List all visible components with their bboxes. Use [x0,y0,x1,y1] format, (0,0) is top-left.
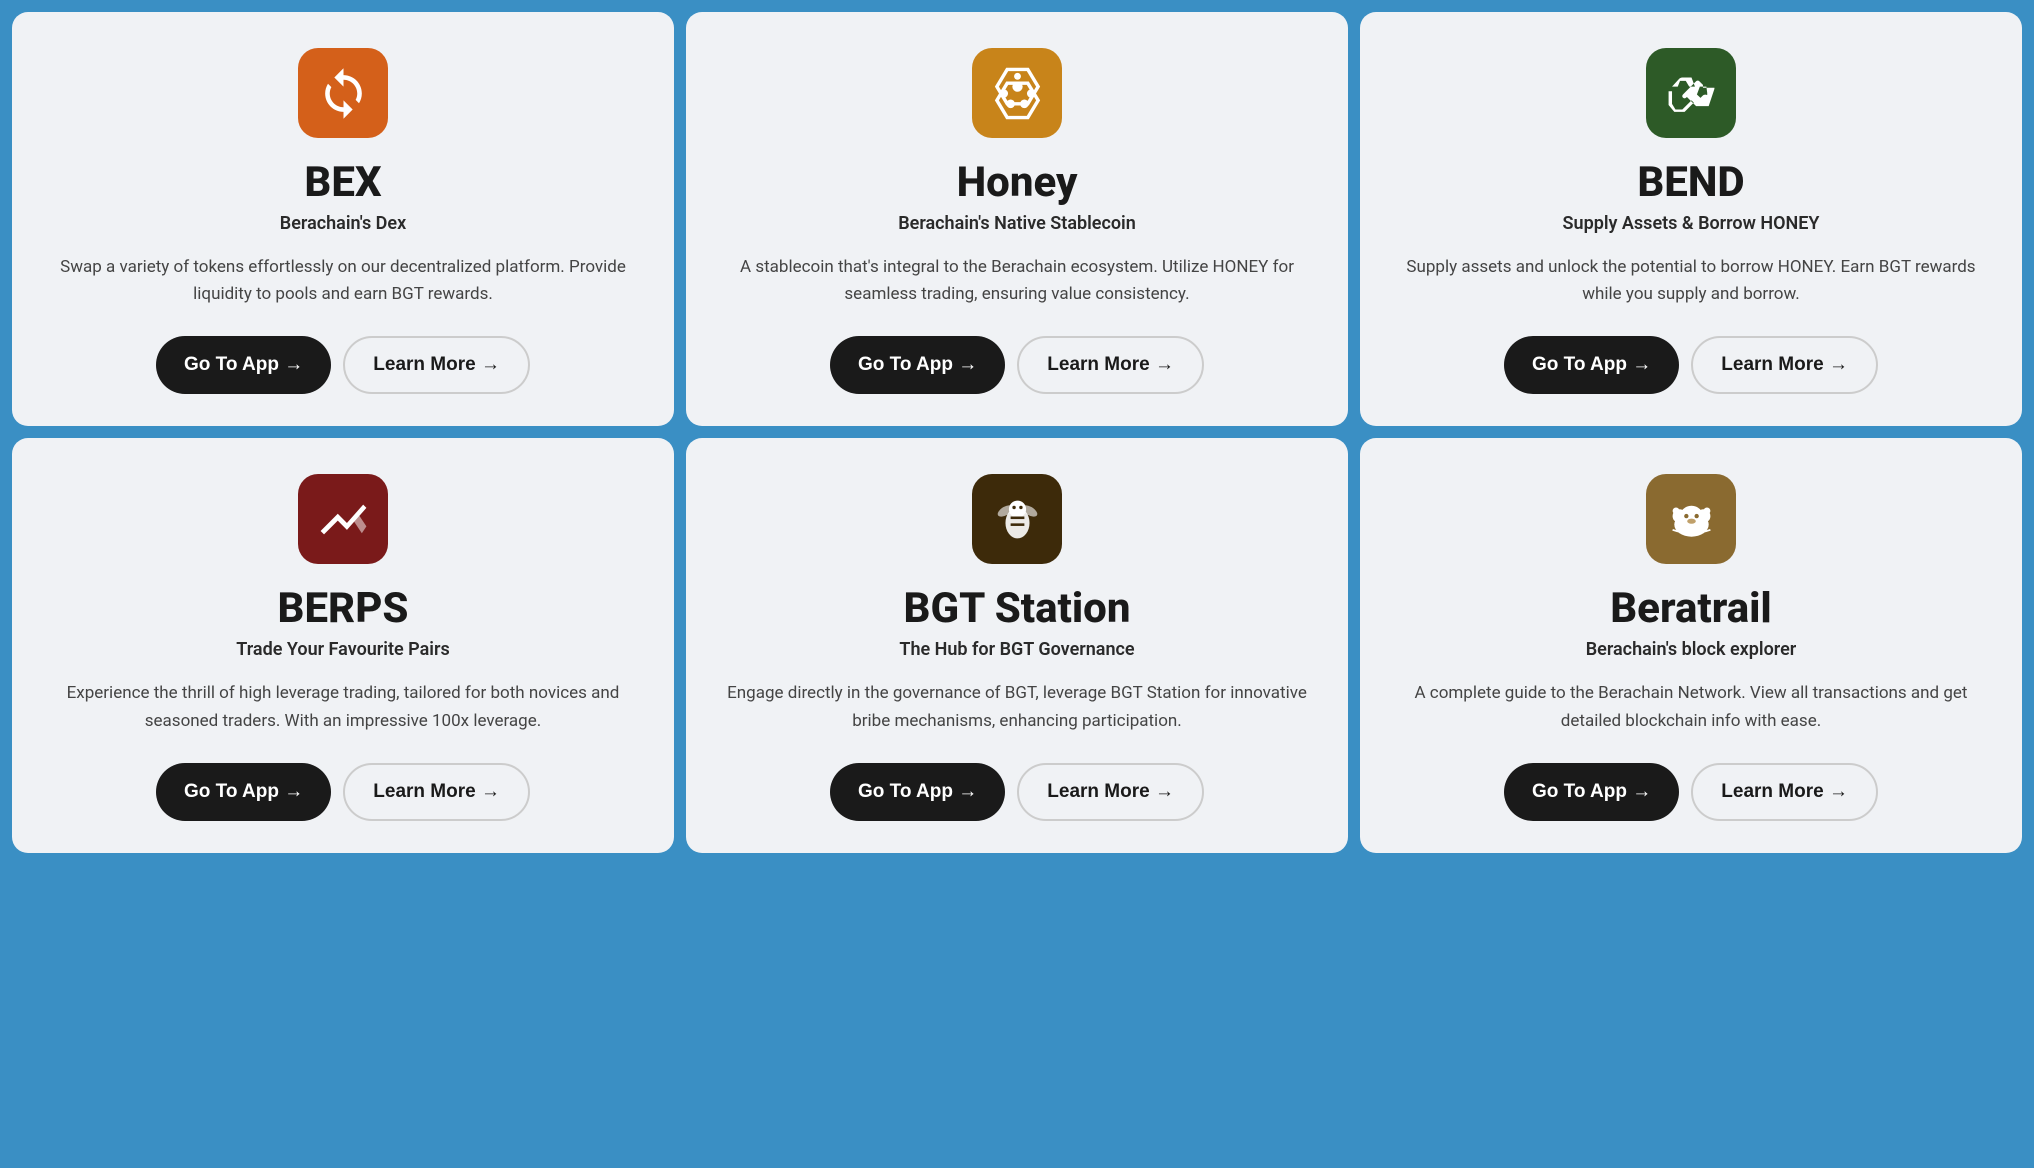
card-honey: Honey Berachain's Native Stablecoin A st… [686,12,1348,426]
go-to-app-button-honey[interactable]: Go To App → [830,336,1005,394]
go-to-app-button-bex[interactable]: Go To App → [156,336,331,394]
card-buttons-berps: Go To App → Learn More → [44,763,642,821]
card-title-honey: Honey [957,158,1078,207]
card-beratrail: Beratrail Berachain's block explorer A c… [1360,438,2022,852]
card-berps: BERPS Trade Your Favourite Pairs Experie… [12,438,674,852]
card-buttons-bgt: Go To App → Learn More → [718,763,1316,821]
app-grid: BEX Berachain's Dex Swap a variety of to… [0,0,2034,865]
go-to-app-button-beratrail[interactable]: Go To App → [1504,763,1679,821]
learn-more-button-bgt[interactable]: Learn More → [1017,763,1204,821]
card-description-beratrail: A complete guide to the Berachain Networ… [1392,680,1990,734]
bex-icon [298,48,388,138]
card-title-beratrail: Beratrail [1610,584,1772,633]
card-description-berps: Experience the thrill of high leverage t… [44,680,642,734]
go-to-app-button-bgt[interactable]: Go To App → [830,763,1005,821]
learn-more-button-bend[interactable]: Learn More → [1691,336,1878,394]
card-title-berps: BERPS [278,584,409,633]
card-title-bex: BEX [304,158,381,207]
card-subtitle-bgt: The Hub for BGT Governance [899,639,1134,660]
card-bgt: BGT Station The Hub for BGT Governance E… [686,438,1348,852]
card-description-honey: A stablecoin that's integral to the Bera… [718,254,1316,308]
card-subtitle-berps: Trade Your Favourite Pairs [236,639,449,660]
card-subtitle-bend: Supply Assets & Borrow HONEY [1563,213,1820,234]
berps-icon [298,474,388,564]
card-description-bex: Swap a variety of tokens effortlessly on… [44,254,642,308]
card-description-bend: Supply assets and unlock the potential t… [1392,254,1990,308]
card-description-bgt: Engage directly in the governance of BGT… [718,680,1316,734]
bgt-station-icon [972,474,1062,564]
card-buttons-beratrail: Go To App → Learn More → [1392,763,1990,821]
beratrail-icon [1646,474,1736,564]
card-subtitle-beratrail: Berachain's block explorer [1586,639,1797,660]
learn-more-button-beratrail[interactable]: Learn More → [1691,763,1878,821]
learn-more-button-bex[interactable]: Learn More → [343,336,530,394]
card-subtitle-bex: Berachain's Dex [280,213,406,234]
card-buttons-bend: Go To App → Learn More → [1392,336,1990,394]
card-bend: BEND Supply Assets & Borrow HONEY Supply… [1360,12,2022,426]
card-title-bgt: BGT Station [904,584,1131,633]
card-title-bend: BEND [1637,158,1744,207]
card-buttons-bex: Go To App → Learn More → [44,336,642,394]
go-to-app-button-berps[interactable]: Go To App → [156,763,331,821]
card-buttons-honey: Go To App → Learn More → [718,336,1316,394]
card-subtitle-honey: Berachain's Native Stablecoin [898,213,1136,234]
go-to-app-button-bend[interactable]: Go To App → [1504,336,1679,394]
card-bex: BEX Berachain's Dex Swap a variety of to… [12,12,674,426]
bend-icon [1646,48,1736,138]
learn-more-button-honey[interactable]: Learn More → [1017,336,1204,394]
honey-icon [972,48,1062,138]
learn-more-button-berps[interactable]: Learn More → [343,763,530,821]
